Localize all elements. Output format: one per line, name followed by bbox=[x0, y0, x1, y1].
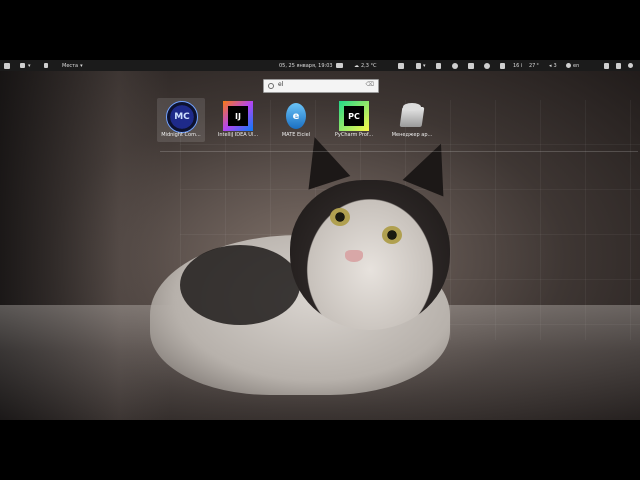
letterbox-top bbox=[0, 0, 640, 60]
cpu-graph-icon: ⌇ bbox=[520, 62, 523, 69]
top-panel: ▾ Места ▾ 05, 25 января, 19:03 ☁ 2,3 °C ▾ … bbox=[0, 60, 640, 71]
app-label: MATE Eiciel bbox=[281, 132, 311, 138]
power-button[interactable] bbox=[628, 60, 633, 71]
chevron-down-icon: ▾ bbox=[80, 62, 83, 69]
calculator-icon bbox=[436, 62, 441, 69]
speaker-icon: ◂ bbox=[549, 62, 552, 69]
letterbox-bottom bbox=[0, 420, 640, 480]
language-indicator[interactable]: en bbox=[566, 60, 579, 71]
timer-button[interactable] bbox=[484, 60, 490, 71]
wallpaper-cat-head bbox=[290, 180, 450, 330]
wallpaper-cat-patch bbox=[180, 245, 300, 325]
volume-indicator[interactable]: ◂ 3 bbox=[549, 60, 557, 71]
app-label: Менеджер ар... bbox=[391, 132, 433, 138]
places-label: Места bbox=[62, 62, 79, 69]
temperature-text: 27 bbox=[529, 62, 536, 69]
launcher-search-field[interactable]: el ⌫ bbox=[263, 79, 379, 93]
results-divider bbox=[160, 151, 638, 152]
app-result-archive-manager[interactable]: Менеджер ар... bbox=[388, 98, 436, 142]
app-menu-button[interactable] bbox=[4, 60, 10, 71]
grid-icon bbox=[20, 63, 25, 68]
clock[interactable]: 05, 25 января, 19:03 bbox=[279, 60, 333, 71]
places-menu[interactable]: Места ▾ bbox=[62, 60, 83, 71]
pycharm-icon: PC bbox=[339, 101, 369, 131]
menu-icon bbox=[4, 62, 10, 69]
clock-app-button[interactable] bbox=[452, 60, 458, 71]
cloud-icon: ☁ bbox=[354, 62, 359, 69]
shield-button[interactable] bbox=[604, 60, 609, 71]
weather-text: 2,3 °C bbox=[361, 62, 377, 69]
chevron-down-icon: ▾ bbox=[28, 62, 31, 69]
shield-icon bbox=[604, 62, 609, 69]
pycharm-icon-text: PC bbox=[344, 106, 364, 126]
search-input-value[interactable]: el bbox=[278, 81, 283, 88]
screenshot-button[interactable] bbox=[398, 60, 404, 71]
timer-icon bbox=[484, 62, 490, 69]
temperature-indicator[interactable]: 27 ° bbox=[529, 60, 539, 71]
midnight-commander-icon: MC bbox=[166, 101, 198, 133]
search-icon bbox=[268, 83, 274, 89]
network-button[interactable] bbox=[616, 60, 621, 71]
mate-eiciel-icon-text: e bbox=[286, 103, 306, 129]
notes-button[interactable]: ▾ bbox=[416, 60, 426, 71]
camera-icon bbox=[398, 62, 404, 69]
workspace-grid-button[interactable]: ▾ bbox=[20, 60, 31, 71]
app-label: IntelliJ IDEA Ul... bbox=[217, 132, 259, 138]
intellij-idea-icon-text: IJ bbox=[228, 106, 248, 126]
app-label: PyCharm Prof... bbox=[334, 132, 374, 138]
power-icon bbox=[628, 63, 633, 68]
disk-icon bbox=[500, 62, 505, 69]
mate-eiciel-icon: e bbox=[281, 101, 311, 131]
app-result-mate-eiciel[interactable]: e MATE Eiciel bbox=[272, 98, 320, 142]
language-text: en bbox=[573, 62, 580, 69]
system-monitor-button[interactable] bbox=[336, 60, 343, 71]
clock-icon bbox=[452, 62, 458, 69]
wallpaper-cat-eye bbox=[330, 208, 350, 226]
calculator-button[interactable] bbox=[436, 60, 441, 71]
weather-applet[interactable]: ☁ 2,3 °C bbox=[354, 60, 377, 71]
app-result-intellij-idea[interactable]: IJ IntelliJ IDEA Ul... bbox=[214, 98, 262, 142]
volume-text: 3 bbox=[553, 62, 557, 69]
network-icon bbox=[616, 62, 621, 69]
printer-button[interactable] bbox=[468, 60, 474, 71]
notes-icon bbox=[416, 62, 421, 69]
chevron-down-icon: ▾ bbox=[423, 62, 426, 69]
clock-text: 05, 25 января, 19:03 bbox=[279, 62, 333, 69]
cpu-indicator[interactable]: 16 ⌇ bbox=[513, 60, 523, 71]
wallpaper-cat-eye bbox=[382, 226, 402, 244]
desktop-wallpaper bbox=[0, 60, 640, 420]
app-result-pycharm[interactable]: PC PyCharm Prof... bbox=[330, 98, 378, 142]
archive-manager-icon bbox=[397, 101, 427, 131]
printer-icon bbox=[468, 62, 474, 69]
disk-button[interactable] bbox=[500, 60, 505, 71]
monitor-icon bbox=[336, 63, 343, 68]
wallpaper-cat-nose bbox=[345, 250, 363, 262]
intellij-idea-icon: IJ bbox=[223, 101, 253, 131]
keyboard-icon bbox=[566, 63, 571, 68]
window-list-icon bbox=[44, 63, 48, 68]
clear-search-icon[interactable]: ⌫ bbox=[366, 81, 374, 88]
app-label: Midnight Com... bbox=[161, 132, 201, 138]
thermometer-icon: ° bbox=[536, 62, 539, 69]
app-result-midnight-commander[interactable]: MC Midnight Com... bbox=[157, 98, 205, 142]
show-desktop-button[interactable] bbox=[44, 60, 48, 71]
cpu-text: 16 bbox=[513, 62, 520, 69]
